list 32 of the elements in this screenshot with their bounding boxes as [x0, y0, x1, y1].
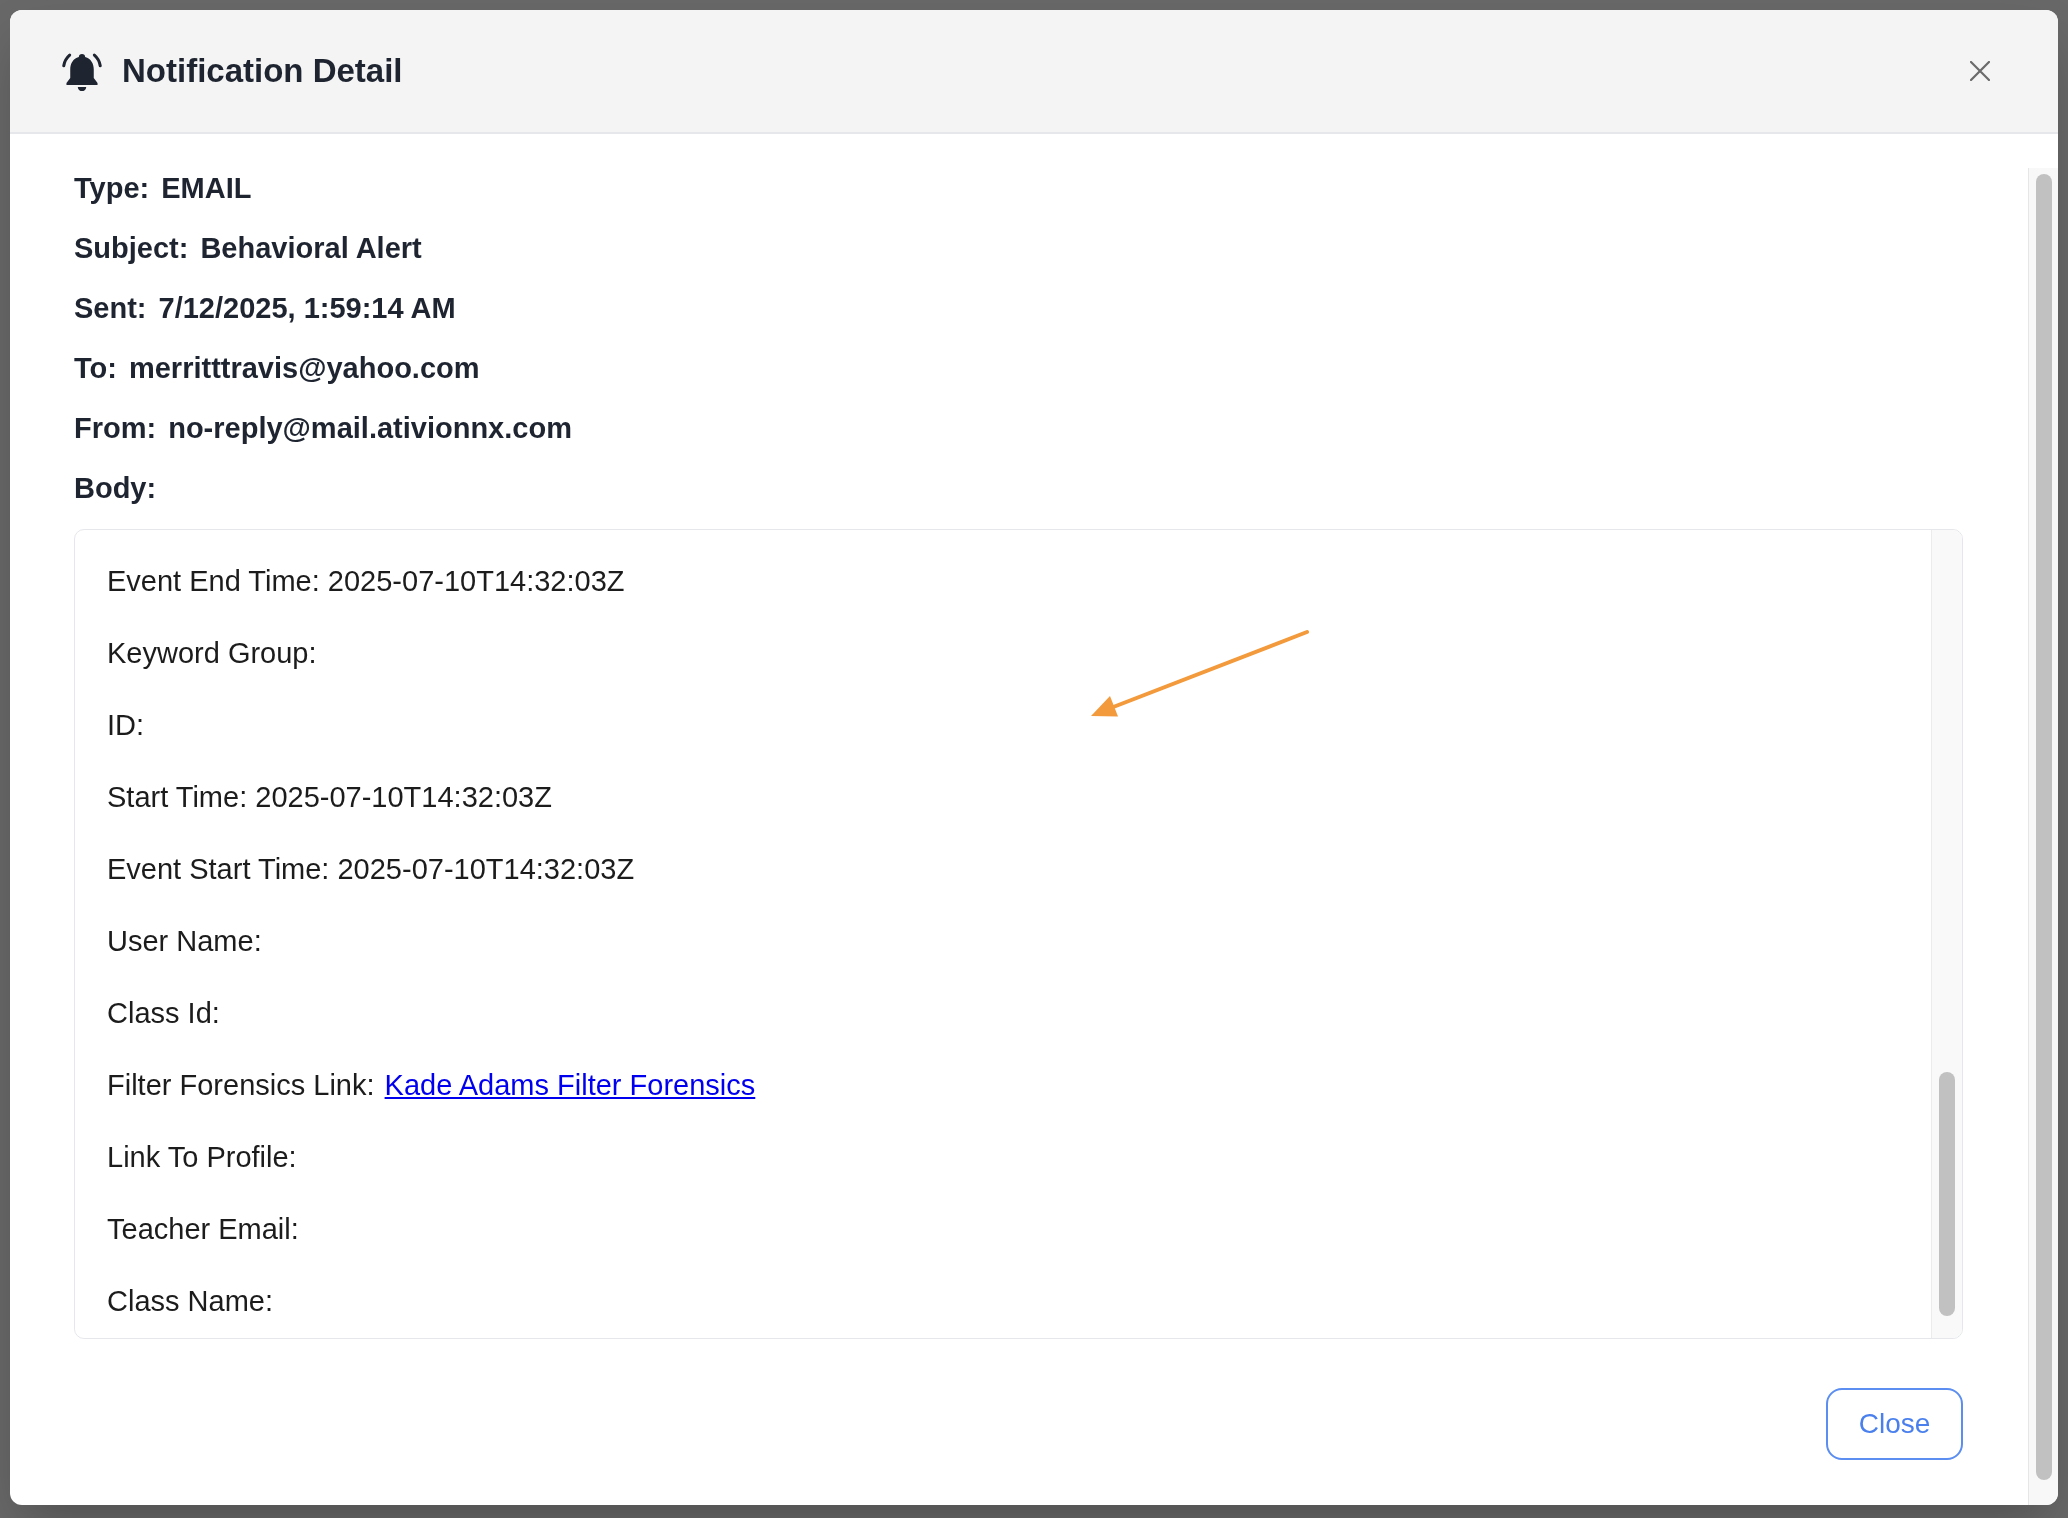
field-value: 7/12/2025, 1:59:14 AM: [158, 291, 456, 327]
dialog-title: Notification Detail: [122, 51, 403, 92]
field-label: Body:: [74, 471, 157, 507]
field-label: Subject:: [74, 231, 189, 267]
close-button[interactable]: [1970, 61, 1990, 81]
field-value: EMAIL: [161, 171, 252, 207]
close-button[interactable]: Close: [1826, 1388, 1963, 1460]
field-label: Type:: [74, 171, 150, 207]
body-line: Start Time: 2025-07-10T14:32:03Z: [107, 780, 552, 816]
field-label: To:: [74, 351, 117, 387]
body-line: Teacher Email:: [107, 1212, 299, 1248]
body-line: Class Name:: [107, 1284, 273, 1320]
body-line: Class Id:: [107, 996, 220, 1032]
field-value: Behavioral Alert: [200, 231, 422, 267]
field-value: no-reply@mail.ativionnx.com: [168, 411, 572, 447]
scrollbar-thumb[interactable]: [1939, 1072, 1955, 1316]
scrollbar-thumb[interactable]: [2035, 174, 2052, 1480]
link[interactable]: Kade Adams Filter Forensics: [384, 1064, 756, 1108]
field-label: From:: [74, 411, 157, 447]
scrollbar-track[interactable]: [1931, 530, 1962, 1338]
body-line: Filter Forensics Link: Kade Adams Filter Forensics: [107, 1050, 756, 1122]
field-label: Sent:: [74, 291, 147, 327]
body-line: Keyword Group:: [107, 636, 317, 672]
body-line: Event End Time: 2025-07-10T14:32:03Z: [107, 564, 625, 600]
field-value: merritttravis@yahoo.com: [128, 351, 480, 387]
body-line: ID:: [107, 708, 145, 744]
bell-icon: [62, 51, 102, 91]
scrollbar-track[interactable]: [2028, 168, 2058, 1505]
body-line: User Name:: [107, 924, 262, 960]
body-line: Event Start Time: 2025-07-10T14:32:03Z: [107, 852, 635, 888]
close-icon: [1970, 61, 1990, 81]
body-line: Link To Profile:: [107, 1140, 297, 1176]
